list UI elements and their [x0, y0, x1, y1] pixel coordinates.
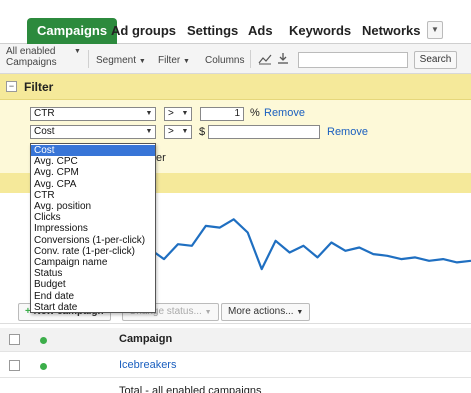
filter-operator-value-2: > [168, 126, 174, 137]
tab-ad-groups[interactable]: Ad groups [101, 18, 186, 44]
dropdown-option[interactable]: Cost [31, 145, 155, 156]
dropdown-option[interactable]: Start date [31, 302, 155, 313]
total-label: Total - all enabled campaigns [119, 385, 262, 393]
dropdown-option[interactable]: Impressions [31, 223, 155, 234]
dropdown-option[interactable]: End date [31, 291, 155, 302]
row-checkbox[interactable] [9, 360, 20, 371]
partial-label: er [156, 152, 166, 164]
view-selector[interactable]: All enabled Campaigns [6, 46, 57, 68]
chevron-down-icon: ▼ [183, 58, 190, 65]
dropdown-option[interactable]: Clicks [31, 212, 155, 223]
collapse-icon[interactable]: − [6, 81, 17, 92]
segment-menu[interactable]: Segment ▼ [96, 55, 146, 66]
status-dot [40, 363, 47, 370]
chart-icon[interactable] [258, 53, 272, 65]
table-header-row: Campaign [0, 328, 471, 352]
campaign-column-header[interactable]: Campaign [119, 333, 172, 345]
metric-dropdown-list[interactable]: Cost Avg. CPC Avg. CPM Avg. CPA CTR Avg. posi… [30, 143, 156, 313]
divider [88, 50, 89, 68]
dropdown-option[interactable]: Avg. CPM [31, 167, 155, 178]
performance-chart [150, 218, 471, 271]
chevron-down-icon: ▼ [204, 309, 212, 316]
filter-value-input-2[interactable] [208, 125, 320, 139]
more-actions-button[interactable]: More actions... ▼ [221, 303, 311, 321]
chevron-down-icon: ▼ [181, 128, 189, 135]
search-button[interactable]: Search [414, 51, 457, 69]
dropdown-option[interactable]: CTR [31, 190, 155, 201]
campaign-table: Campaign Icebreakers Total - all enabled… [0, 324, 471, 393]
view-line-1: All enabled [6, 46, 56, 57]
filter-operator-select-1[interactable]: > ▼ [164, 107, 192, 121]
chevron-down-icon: ▼ [296, 309, 304, 316]
filter-remove-link-1[interactable]: Remove [264, 107, 305, 119]
chevron-down-icon: ▼ [145, 128, 153, 135]
filter-operator-select-2[interactable]: > ▼ [164, 125, 192, 139]
dropdown-option[interactable]: Avg. CPC [31, 156, 155, 167]
chevron-down-icon: ▼ [145, 110, 153, 117]
chevron-down-icon: ▼ [181, 110, 189, 117]
divider [250, 50, 251, 68]
tab-ads[interactable]: Ads [238, 18, 283, 44]
dropdown-option[interactable]: Conversions (1-per-click) [31, 235, 155, 246]
search-input[interactable] [298, 52, 408, 68]
filter-metric-select-2[interactable]: Cost ▼ [30, 125, 156, 139]
filter-menu[interactable]: Filter ▼ [158, 55, 190, 66]
more-actions-label: More actions... [228, 306, 294, 317]
filter-metric-value-2: Cost [34, 126, 55, 137]
table-row: Icebreakers [0, 354, 471, 378]
chevron-down-icon: ▼ [138, 58, 146, 65]
filter-operator-value-1: > [168, 108, 174, 119]
dropdown-option[interactable]: Status [31, 268, 155, 279]
dropdown-option[interactable]: Campaign name [31, 257, 155, 268]
filter-remove-link-2[interactable]: Remove [327, 126, 368, 138]
segment-label: Segment [96, 55, 137, 66]
dropdown-option[interactable]: Avg. position [31, 201, 155, 212]
filter-unit-1: % [250, 107, 260, 119]
columns-button[interactable]: Columns [205, 55, 244, 66]
status-header-dot [40, 337, 47, 344]
chart-series-line [150, 218, 471, 271]
filter-metric-value-1: CTR [34, 108, 55, 119]
tab-keywords[interactable]: Keywords [279, 18, 361, 44]
tab-bar: Campaigns Ad groups Settings Ads Keyword… [0, 0, 471, 44]
chevron-down-icon[interactable]: ▼ [427, 21, 443, 39]
filter-value-input-1[interactable]: 1 [200, 107, 244, 121]
table-total-row: Total - all enabled campaigns [0, 380, 471, 393]
view-line-2: Campaigns [6, 57, 57, 68]
dropdown-option[interactable]: Conv. rate (1-per-click) [31, 246, 155, 257]
campaign-name-link[interactable]: Icebreakers [119, 359, 176, 371]
select-all-checkbox[interactable] [9, 334, 20, 345]
dropdown-option[interactable]: Budget [31, 279, 155, 290]
filter-header: − Filter [0, 74, 471, 100]
filter-currency-prefix: $ [199, 126, 206, 138]
tab-networks[interactable]: Networks [352, 18, 431, 44]
download-icon[interactable] [277, 52, 289, 65]
chevron-down-icon: ▼ [74, 48, 81, 55]
filter-metric-select-1[interactable]: CTR ▼ [30, 107, 156, 121]
dropdown-option[interactable]: Avg. CPA [31, 179, 155, 190]
filter-label: Filter [158, 55, 181, 66]
toolbar: All enabled Campaigns ▼ Segment ▼ Filter… [0, 44, 471, 74]
filter-title: Filter [24, 80, 54, 94]
